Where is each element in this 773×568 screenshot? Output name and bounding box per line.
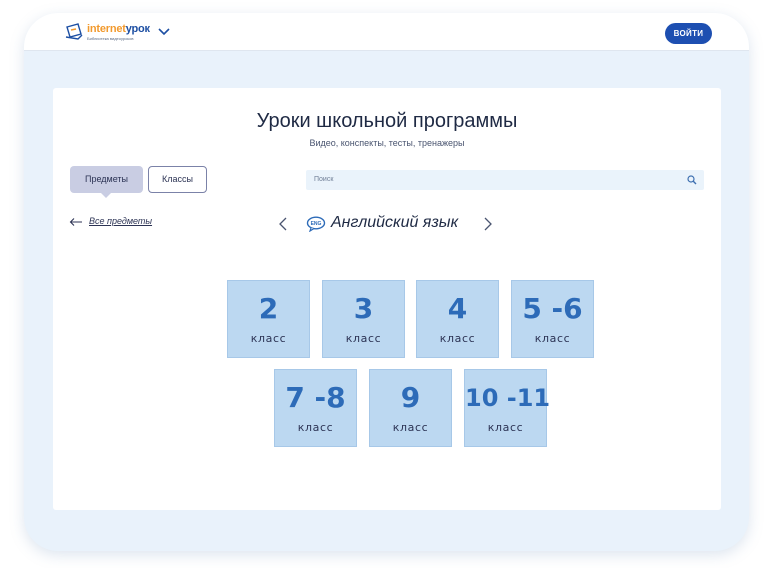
tab-subjects[interactable]: Предметы — [70, 166, 143, 198]
grade-label: класс — [439, 332, 476, 345]
top-navbar: internetурок Библиотека видеоуроков ВОЙТ… — [24, 13, 749, 51]
page-subtitle: Видео, конспекты, тесты, тренажеры — [309, 138, 465, 148]
grade-label: класс — [250, 332, 287, 345]
page-title: Уроки школьной программы — [256, 110, 518, 132]
grade-number: 3 — [353, 292, 374, 325]
grade-tile-2[interactable]: 2 класс — [227, 280, 310, 358]
arrow-left-icon — [69, 218, 82, 226]
grade-label: класс — [297, 421, 334, 434]
browser-frame: internetурок Библиотека видеоуроков ВОЙТ… — [24, 13, 749, 551]
laptop-logo-icon — [65, 23, 83, 40]
grade-tile-9[interactable]: 9 класс — [369, 369, 452, 447]
subject-switcher: ENG Английский язык — [273, 214, 503, 234]
logo-subtitle: Библиотека видеоуроков — [87, 36, 134, 41]
grade-tile-10-11[interactable]: 10 -11 класс — [464, 369, 551, 447]
grade-label: класс — [487, 421, 524, 434]
chevron-left-icon[interactable] — [278, 216, 288, 232]
login-button[interactable]: ВОЙТИ — [665, 23, 712, 44]
chevron-down-icon[interactable] — [158, 26, 170, 36]
grade-tile-3[interactable]: 3 класс — [322, 280, 405, 358]
all-subjects-label: Все предметы — [89, 216, 153, 226]
grade-tile-4[interactable]: 4 класс — [416, 280, 499, 358]
subject-badge: ENG — [311, 221, 322, 227]
main-content: Уроки школьной программы Видео, конспект… — [53, 88, 721, 510]
grade-number: 7 -8 — [285, 381, 346, 414]
grade-tile-5-6[interactable]: 5 -6 класс — [511, 280, 594, 358]
subject-name: Английский язык — [331, 214, 459, 231]
search-placeholder: Поиск — [314, 176, 334, 183]
grade-tile-7-8[interactable]: 7 -8 класс — [274, 369, 357, 447]
english-flag-icon: ENG — [306, 216, 326, 232]
grade-number: 9 — [400, 381, 421, 414]
tab-classes[interactable]: Классы — [148, 166, 207, 193]
search-input[interactable]: Поиск — [306, 170, 704, 190]
grade-number: 2 — [258, 292, 279, 325]
search-icon[interactable] — [687, 175, 697, 185]
grade-number: 5 -6 — [522, 292, 583, 325]
chevron-right-icon[interactable] — [483, 216, 493, 232]
grade-number: 10 -11 — [465, 384, 551, 412]
grade-number: 4 — [447, 292, 468, 325]
logo-text: internetурок — [87, 23, 150, 35]
grade-label: класс — [392, 421, 429, 434]
grade-label: класс — [345, 332, 382, 345]
grade-label: класс — [534, 332, 571, 345]
